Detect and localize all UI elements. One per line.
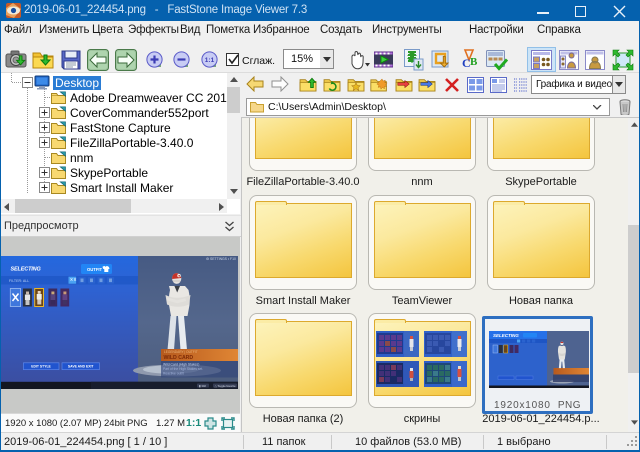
svg-text:WILD CARD: WILD CARD xyxy=(164,355,194,361)
svg-text:OUTFIT: OUTFIT xyxy=(87,267,103,272)
svg-text:Wild Card (High Stakes): Wild Card (High Stakes) xyxy=(163,363,199,367)
svg-text:Reactive outfit: Reactive outfit xyxy=(163,372,184,376)
svg-text:▮ 302: ▮ 302 xyxy=(199,384,206,388)
svg-text:SELECTING: SELECTING xyxy=(11,267,42,273)
svg-text:B: B xyxy=(470,56,478,68)
svg-text:△ Toggle favorite: △ Toggle favorite xyxy=(215,384,237,388)
svg-text:SELECTING: SELECTING xyxy=(493,333,519,338)
svg-text:Part of the High Stakes set.: Part of the High Stakes set. xyxy=(163,367,203,371)
svg-text:1:1: 1:1 xyxy=(205,57,215,64)
svg-text:FILTER: ALL: FILTER: ALL xyxy=(9,279,29,283)
svg-text:⚙ SETTINGS • F10: ⚙ SETTINGS • F10 xyxy=(206,257,236,261)
svg-text:LEGENDARY | OUTFIT: LEGENDARY | OUTFIT xyxy=(164,350,198,354)
svg-text:SAVE AND EXIT: SAVE AND EXIT xyxy=(68,365,95,369)
svg-text:EDIT STYLE: EDIT STYLE xyxy=(31,365,51,369)
